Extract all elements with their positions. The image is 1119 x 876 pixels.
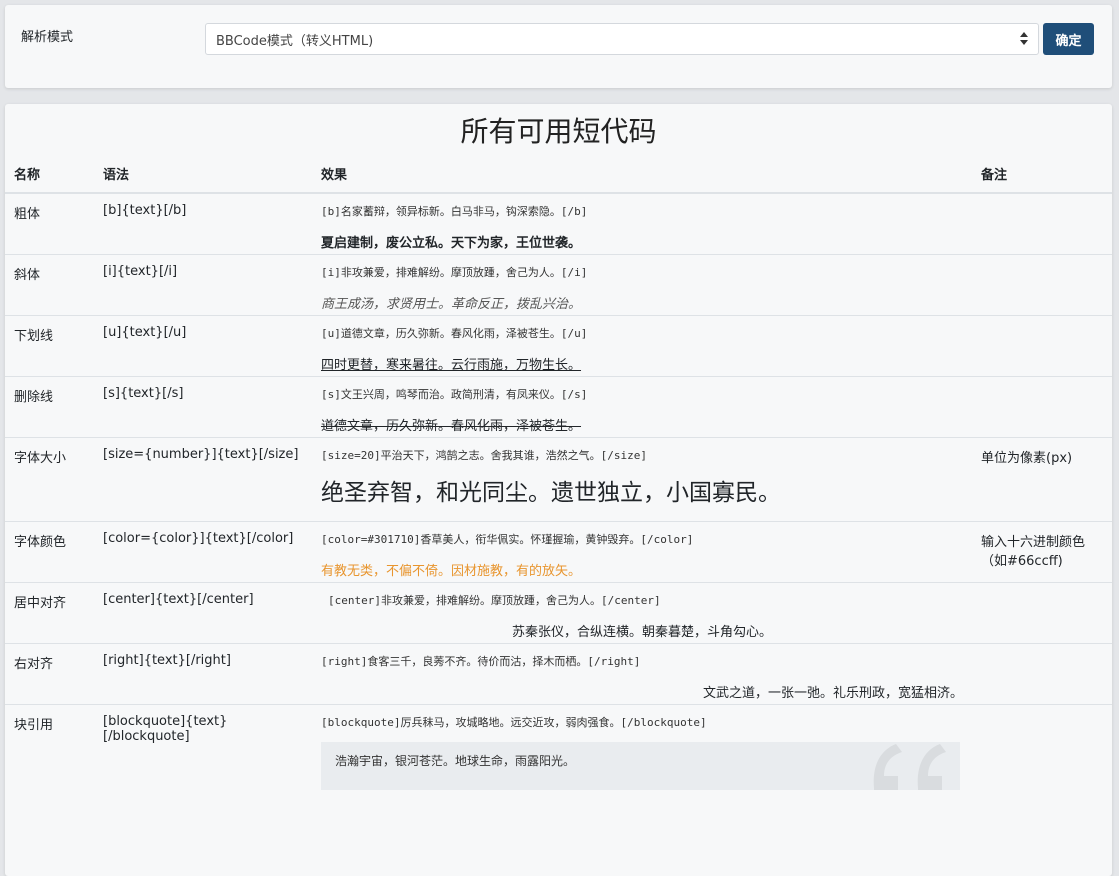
code-example: [blockquote]厉兵秣马，攻城略地。远交近攻，弱肉强食。[/blockq… — [321, 715, 707, 729]
table-row: 字体颜色 [color={color}]{text}[/color] [colo… — [5, 521, 1112, 583]
row-syntax: [s]{text}[/s] — [94, 376, 312, 438]
table-row: 居中对齐 [center]{text}[/center] [center]非攻兼… — [5, 582, 1112, 644]
table-row: 删除线 [s]{text}[/s] [s]文王兴周，鸣琴而治。政简刑清，有凤来仪… — [5, 376, 1112, 438]
header-note: 备注 — [972, 154, 1112, 194]
row-syntax: [color={color}]{text}[/color] — [94, 521, 312, 583]
mode-select-value: BBCode模式（转义HTML) — [216, 33, 374, 49]
code-example: [right]食客三千，良莠不齐。待价而沽，择木而栖。[/right] — [321, 654, 641, 668]
page-title: 所有可用短代码 — [460, 115, 657, 148]
row-name: 下划线 — [5, 315, 94, 377]
row-note — [972, 315, 1112, 377]
row-name: 斜体 — [5, 254, 94, 316]
code-example: [u]道德文章，历久弥新。春风化雨，泽被苍生。[/u] — [321, 326, 588, 340]
row-effect-cell: [s]文王兴周，鸣琴而治。政简刑清，有凤来仪。[/s] 道德文章，历久弥新。春风… — [312, 376, 972, 438]
effect-preview: 商王成汤，求贤用士。革命反正，拨乱兴治。 — [321, 296, 582, 312]
row-syntax: [center]{text}[/center] — [94, 582, 312, 644]
effect-preview: 夏启建制，废公立私。天下为家，王位世袭。 — [321, 236, 582, 251]
row-note — [972, 254, 1112, 316]
row-syntax: [i]{text}[/i] — [94, 254, 312, 316]
row-note — [972, 582, 1112, 644]
row-effect-cell: [blockquote]厉兵秣马，攻城略地。远交近攻，弱肉强食。[/blockq… — [312, 704, 972, 824]
row-name: 删除线 — [5, 376, 94, 438]
table-header-row: 名称 语法 效果 备注 — [5, 154, 1112, 194]
table-row: 字体大小 [size={number}]{text}[/size] [size=… — [5, 437, 1112, 522]
code-example: [b]名家蓄辩，领异标新。白马非马，钩深索隐。[/b] — [321, 205, 588, 218]
row-name: 居中对齐 — [5, 582, 94, 644]
row-name: 块引用 — [14, 717, 54, 733]
code-example: [s]文王兴周，鸣琴而治。政简刑清，有凤来仪。[/s] — [321, 387, 588, 401]
code-example: [i]非攻兼爱，排难解纷。摩顶放踵，舍己为人。[/i] — [321, 265, 588, 279]
row-syntax: [b]{text}[/b] — [94, 193, 312, 255]
effect-preview: 四时更替，寒来暑往。云行雨施，万物生长。 — [321, 357, 582, 373]
chevron-updown-icon — [1020, 32, 1028, 46]
code-example: [center]非攻兼爱，排难解纷。摩顶放踵，舍己为人。[/center] — [328, 593, 661, 607]
code-example: [size=20]平治天下，鸿鹄之志。舍我其谁，浩然之气。[/size] — [321, 448, 647, 462]
row-note — [972, 193, 1112, 255]
row-syntax: [right]{text}[/right] — [94, 643, 312, 705]
row-name: 字体大小 — [5, 437, 94, 522]
row-effect-cell: [i]非攻兼爱，排难解纷。摩顶放踵，舍己为人。[/i] 商王成汤，求贤用士。革命… — [312, 254, 972, 316]
mode-select[interactable]: BBCode模式（转义HTML) — [205, 23, 1039, 55]
table-row: 右对齐 [right]{text}[/right] [right]食客三千，良莠… — [5, 643, 1112, 705]
header-effect: 效果 — [312, 154, 972, 194]
quote-mark-icon — [873, 743, 946, 790]
row-note: 单位为像素(px) — [972, 437, 1112, 522]
row-note: 输入十六进制颜色（如#66ccff) — [972, 521, 1112, 583]
row-note — [972, 643, 1112, 705]
row-name: 右对齐 — [5, 643, 94, 705]
table-row: 下划线 [u]{text}[/u] [u]道德文章，历久弥新。春风化雨，泽被苍生… — [5, 315, 1112, 377]
table-row: 斜体 [i]{text}[/i] [i]非攻兼爱，排难解纷。摩顶放踵，舍己为人。… — [5, 254, 1112, 316]
blockquote-preview: 浩瀚宇宙，银河苍茫。地球生命，雨露阳光。 — [321, 741, 960, 790]
row-syntax: [blockquote]{text}[/blockquote] — [103, 713, 228, 744]
table-row: 块引用 [blockquote]{text}[/blockquote] [blo… — [5, 704, 1112, 824]
effect-preview: 道德文章，历久弥新。春风化雨，泽被苍生。 — [321, 418, 582, 434]
row-name: 字体颜色 — [5, 521, 94, 583]
row-name: 粗体 — [5, 193, 94, 255]
effect-preview: 浩瀚宇宙，银河苍茫。地球生命，雨露阳光。 — [335, 753, 576, 768]
effect-preview: 有教无类，不偏不倚。因材施教，有的放矢。 — [321, 563, 582, 579]
row-effect-cell: [b]名家蓄辩，领异标新。白马非马，钩深索隐。[/b] 夏启建制，废公立私。天下… — [312, 193, 972, 255]
row-note — [972, 704, 1112, 824]
row-syntax: [size={number}]{text}[/size] — [94, 437, 312, 522]
effect-preview: 苏秦张仪，合纵连横。朝秦暮楚，斗角勾心。 — [511, 624, 772, 640]
mode-card: 解析模式 BBCode模式（转义HTML) 确定 — [5, 5, 1112, 88]
row-effect-cell: [right]食客三千，良莠不齐。待价而沽，择木而栖。[/right] 文武之道… — [312, 643, 972, 705]
shortcode-table: 名称 语法 效果 备注 粗体 [b]{text}[/b] [b]名家蓄辩，领异标… — [5, 154, 1112, 824]
row-effect-cell: [center]非攻兼爱，排难解纷。摩顶放踵，舍己为人。[/center] 苏秦… — [312, 582, 972, 644]
table-row: 粗体 [b]{text}[/b] [b]名家蓄辩，领异标新。白马非马，钩深索隐。… — [5, 193, 1112, 255]
effect-preview: 文武之道，一张一弛。礼乐刑政，宽猛相济。 — [702, 685, 963, 701]
confirm-button[interactable]: 确定 — [1043, 23, 1094, 55]
header-name: 名称 — [5, 154, 94, 194]
shortcode-card: 所有可用短代码 名称 语法 效果 备注 粗体 [b]{text}[/b] [b]… — [5, 104, 1112, 876]
row-effect-cell: [color=#301710]香草美人，衔华佩实。怀瑾握瑜，黄钟毁弃。[/col… — [312, 521, 972, 583]
row-note — [972, 376, 1112, 438]
mode-label: 解析模式 — [21, 30, 74, 45]
row-syntax: [u]{text}[/u] — [94, 315, 312, 377]
header-syntax: 语法 — [94, 154, 312, 194]
row-effect-cell: [u]道德文章，历久弥新。春风化雨，泽被苍生。[/u] 四时更替，寒来暑往。云行… — [312, 315, 972, 377]
row-effect-cell: [size=20]平治天下，鸿鹄之志。舍我其谁，浩然之气。[/size] 绝圣弃… — [312, 437, 972, 522]
code-example: [color=#301710]香草美人，衔华佩实。怀瑾握瑜，黄钟毁弃。[/col… — [321, 532, 694, 546]
effect-preview: 绝圣弃智，和光同尘。遗世独立，小国寡民。 — [321, 479, 781, 506]
